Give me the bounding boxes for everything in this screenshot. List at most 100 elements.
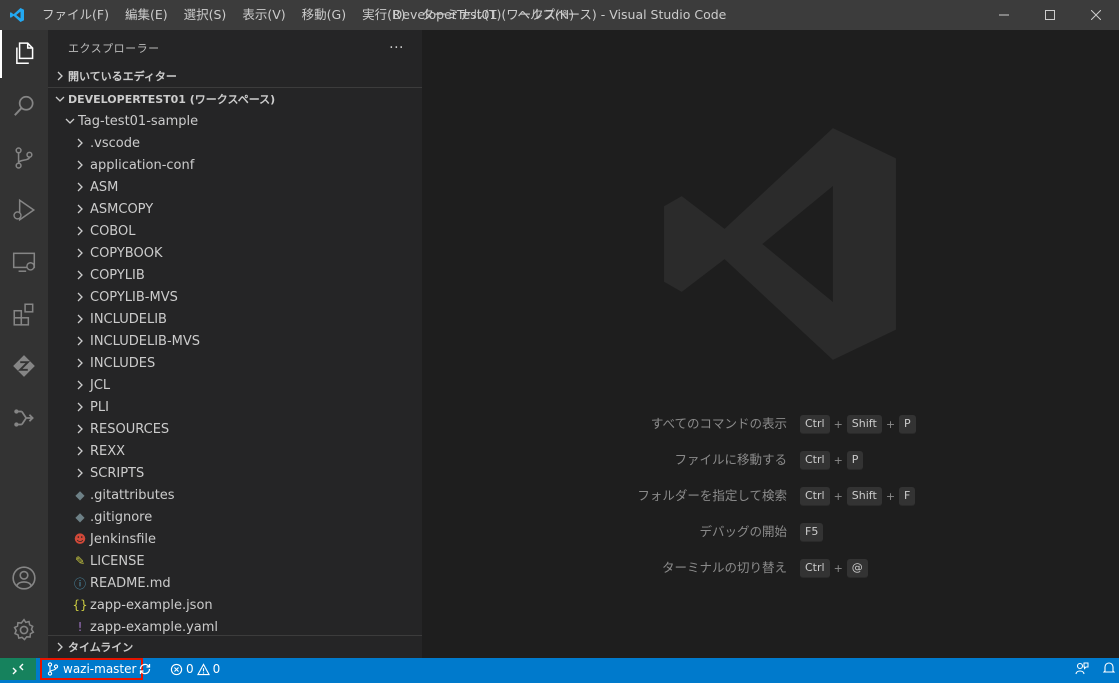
git-icon: ◆ [75, 510, 85, 524]
branch-name: wazi-master [63, 662, 137, 676]
chevron-down-icon [62, 116, 78, 126]
tree-folder[interactable]: REXX [48, 440, 422, 462]
tree-folder[interactable]: INCLUDES [48, 352, 422, 374]
tree-file[interactable]: ⓘ README.md [48, 572, 422, 594]
folder-label: COBOL [90, 223, 136, 239]
sidebar-title: エクスプローラー [68, 41, 160, 55]
workspace-section[interactable]: DEVELOPERTEST01 (ワークスペース) [48, 88, 422, 110]
timeline-section[interactable]: タイムライン [48, 635, 422, 658]
tree-file[interactable]: ✎ LICENSE [48, 550, 422, 572]
license-icon: ✎ [74, 554, 86, 568]
chevron-right-icon [72, 138, 88, 148]
tree-folder[interactable]: COBOL [48, 220, 422, 242]
chevron-right-icon [72, 270, 88, 280]
error-icon [170, 663, 183, 675]
root-folder-label: Tag-test01-sample [78, 113, 199, 129]
vscode-watermark-icon [664, 128, 896, 360]
status-bar: wazi-master 0 0 [0, 658, 1119, 683]
feedback-icon[interactable] [1075, 661, 1089, 678]
folder-label: ASM [90, 179, 119, 195]
tree-folder[interactable]: COPYBOOK [48, 242, 422, 264]
folder-label: INCLUDELIB [90, 311, 167, 327]
chevron-right-icon [72, 204, 88, 214]
menu-bar: ファイル(F) 編集(E) 選択(S) 表示(V) 移動(G) 実行(R) ターミナル(T)… [34, 0, 582, 30]
tree-folder[interactable]: ASM [48, 176, 422, 198]
tree-folder[interactable]: .vscode [48, 132, 422, 154]
sync-icon[interactable] [138, 658, 152, 680]
menu-item[interactable]: 移動(G) [294, 0, 354, 30]
file-label: Jenkinsfile [90, 531, 157, 547]
menu-item[interactable]: ファイル(F) [34, 0, 117, 30]
file-label: zapp-example.yaml [90, 619, 219, 635]
tree-file[interactable]: {} zapp-example.json [48, 594, 422, 616]
tree-root-folder[interactable]: Tag-test01-sample [48, 110, 422, 132]
shortcut-label: すべてのコマンドの表示 [650, 416, 787, 431]
run-debug-icon[interactable] [0, 186, 48, 234]
tree-folder[interactable]: application-conf [48, 154, 422, 176]
jenkins-icon: ☻ [73, 532, 87, 546]
chevron-right-icon [72, 468, 88, 478]
maximize-button[interactable] [1027, 0, 1073, 30]
extensions-icon[interactable] [0, 290, 48, 338]
chevron-right-icon [72, 402, 88, 412]
menu-item[interactable]: 表示(V) [234, 0, 293, 30]
explorer-icon[interactable] [0, 30, 48, 78]
tree-file[interactable]: ◆ .gitattributes [48, 484, 422, 506]
problems-indicator[interactable]: 0 0 [170, 658, 220, 680]
warning-count: 0 [212, 662, 221, 676]
tree-folder[interactable]: JCL [48, 374, 422, 396]
shortcut-row: ファイルに移動する Ctrl + P [422, 449, 1119, 471]
folder-label: JCL [90, 377, 111, 393]
shortcut-keys: Ctrl + Shift + P [800, 413, 916, 435]
key-cap: @ [846, 558, 868, 578]
settings-gear-icon[interactable] [0, 606, 48, 654]
close-window-button[interactable] [1073, 0, 1119, 30]
key-cap: Ctrl [800, 450, 830, 470]
minimize-button[interactable] [981, 0, 1027, 30]
tree-folder[interactable]: INCLUDELIB [48, 308, 422, 330]
tree-folder[interactable]: INCLUDELIB-MVS [48, 330, 422, 352]
tree-folder[interactable]: PLI [48, 396, 422, 418]
file-label: LICENSE [90, 553, 145, 569]
folder-label: COPYLIB [90, 267, 145, 283]
chevron-right-icon [72, 358, 88, 368]
notifications-bell-icon[interactable] [1102, 661, 1116, 678]
remote-explorer-icon[interactable] [0, 238, 48, 286]
folder-label: SCRIPTS [90, 465, 145, 481]
branch-indicator[interactable]: wazi-master [40, 658, 144, 680]
yaml-icon: ! [77, 620, 83, 634]
window-controls [981, 0, 1119, 30]
tree-folder[interactable]: SCRIPTS [48, 462, 422, 484]
zowe-explorer-icon[interactable] [0, 342, 48, 390]
tree-file[interactable]: ◆ .gitignore [48, 506, 422, 528]
editor-area: すべてのコマンドの表示 Ctrl + Shift + P ファイルに移動する Ctrl + P フォ… [422, 30, 1119, 658]
account-icon[interactable] [0, 554, 48, 602]
source-control-icon[interactable] [0, 134, 48, 182]
menu-item[interactable]: ヘルプ(H) [509, 0, 582, 30]
explorer-sidebar: エクスプローラー ··· 開いているエディター DEVELOPERTEST01 … [48, 30, 422, 658]
tree-folder[interactable]: RESOURCES [48, 418, 422, 440]
search-icon[interactable] [0, 82, 48, 130]
folder-label: INCLUDELIB-MVS [90, 333, 201, 349]
menu-item[interactable]: ターミナル(T) [414, 0, 510, 30]
key-cap: P [846, 450, 864, 470]
menu-item[interactable]: 選択(S) [176, 0, 235, 30]
tree-folder[interactable]: COPYLIB [48, 264, 422, 286]
folder-label: ASMCOPY [90, 201, 154, 217]
tree-folder[interactable]: ASMCOPY [48, 198, 422, 220]
file-label: .gitignore [90, 509, 153, 525]
menu-item[interactable]: 編集(E) [117, 0, 176, 30]
info-icon: ⓘ [73, 576, 86, 591]
flow-icon[interactable] [0, 394, 48, 442]
menu-item[interactable]: 実行(R) [354, 0, 413, 30]
tree-file[interactable]: ☻ Jenkinsfile [48, 528, 422, 550]
chevron-right-icon [72, 248, 88, 258]
tree-folder[interactable]: COPYLIB-MVS [48, 286, 422, 308]
shortcut-keys: Ctrl + @ [800, 557, 868, 579]
more-actions-icon[interactable]: ··· [389, 40, 404, 56]
shortcut-keys: F5 [800, 521, 824, 543]
folder-label: PLI [90, 399, 109, 415]
workspace-label: DEVELOPERTEST01 (ワークスペース) [68, 93, 276, 106]
remote-indicator-icon[interactable] [0, 658, 36, 680]
open-editors-section[interactable]: 開いているエディター [48, 65, 422, 87]
